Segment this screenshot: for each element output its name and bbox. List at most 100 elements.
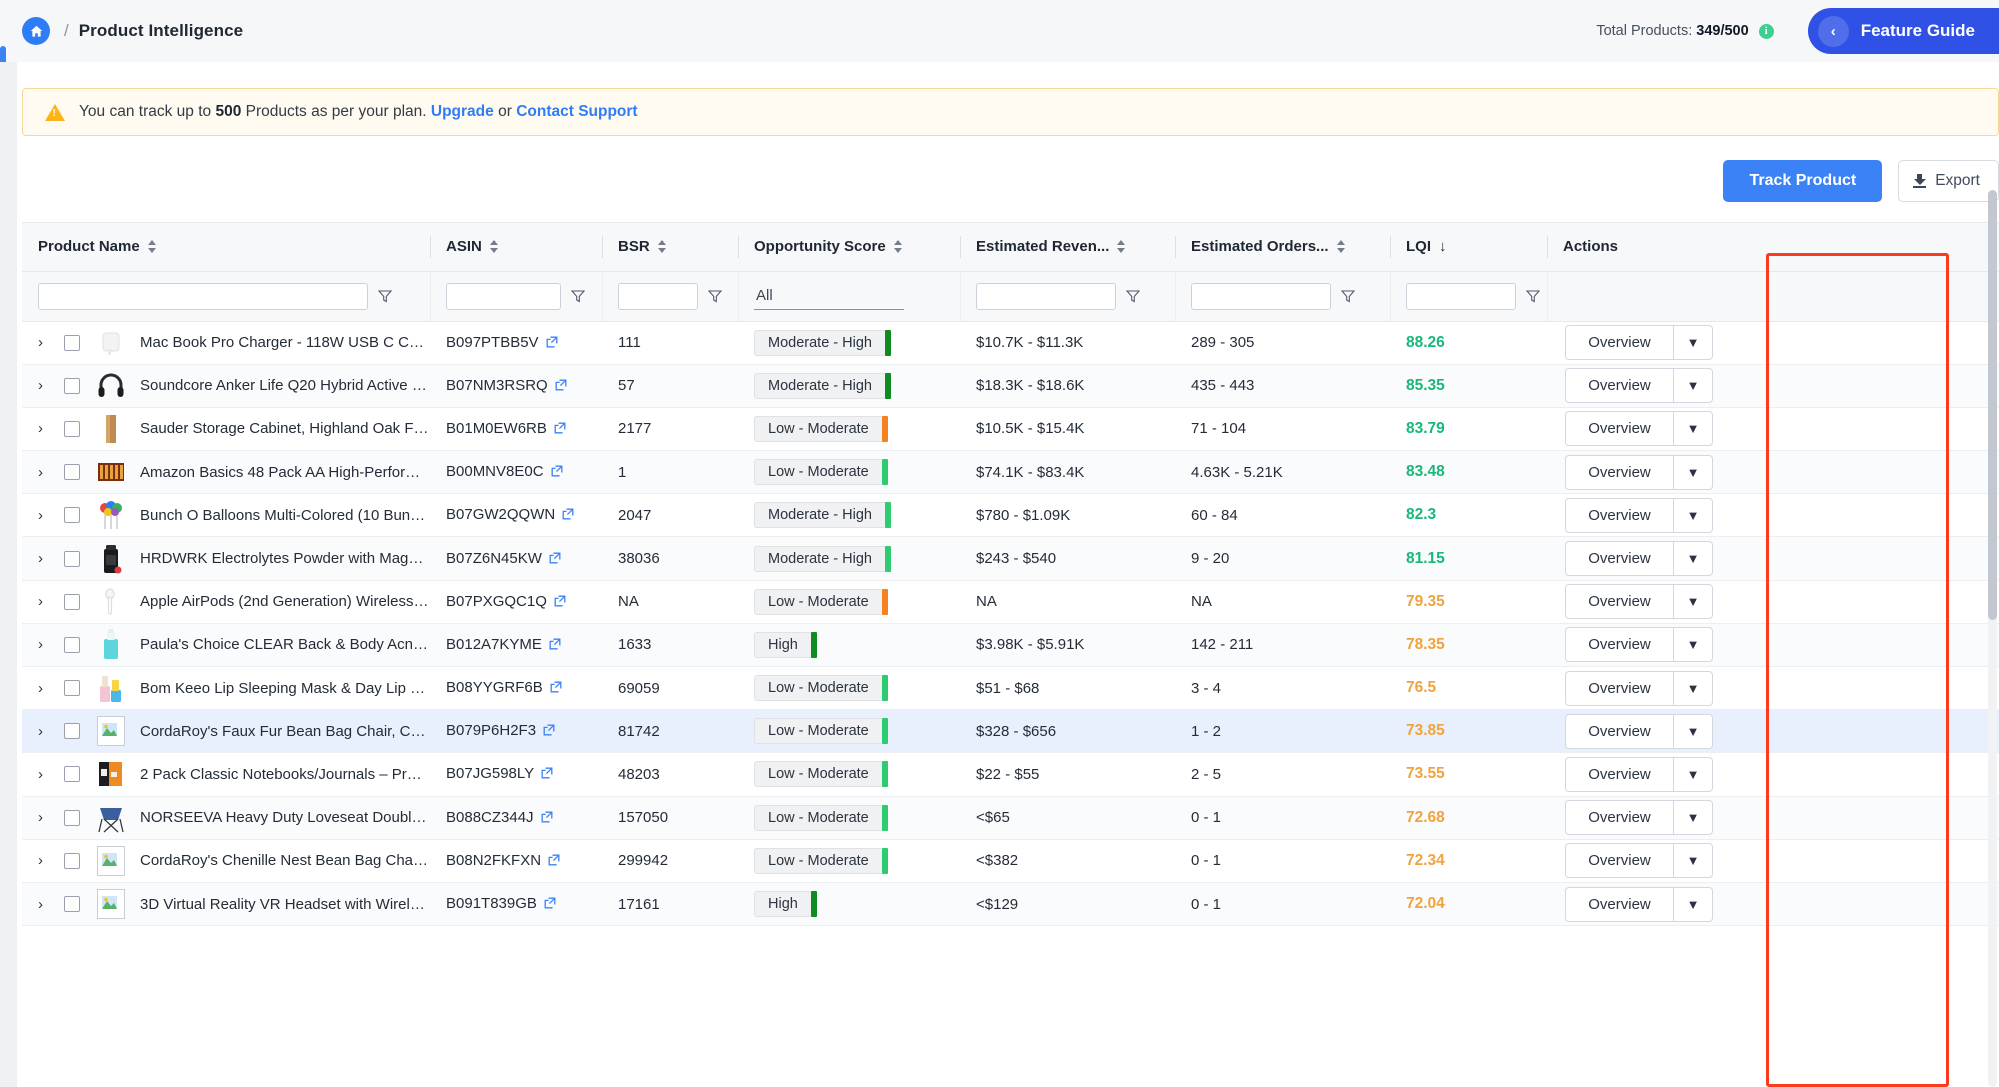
- row-checkbox[interactable]: [64, 809, 80, 826]
- chevron-down-icon[interactable]: ▼: [1673, 713, 1713, 749]
- table-row[interactable]: › Sauder Storage Cabinet, Highland Oak Fi…: [22, 407, 1999, 452]
- chevron-down-icon[interactable]: ▼: [1673, 886, 1713, 922]
- external-link-icon[interactable]: [541, 766, 553, 783]
- overview-button[interactable]: Overview: [1565, 756, 1673, 792]
- filter-input-estimated-orders[interactable]: [1191, 282, 1331, 310]
- sort-desc-icon[interactable]: ↓: [1439, 238, 1447, 255]
- expand-row-icon[interactable]: ›: [38, 377, 56, 394]
- table-row[interactable]: › Mac Book Pro Charger - 118W USB C Charg…: [22, 321, 1999, 365]
- filter-input-bsr[interactable]: [618, 282, 698, 310]
- vertical-scrollbar[interactable]: [1988, 190, 1997, 1087]
- sort-icon[interactable]: [1336, 240, 1346, 254]
- row-checkbox[interactable]: [64, 766, 80, 783]
- track-product-button[interactable]: Track Product: [1723, 160, 1883, 202]
- row-checkbox[interactable]: [64, 680, 80, 697]
- chevron-down-icon[interactable]: ▼: [1673, 584, 1713, 620]
- expand-row-icon[interactable]: ›: [38, 420, 56, 437]
- row-checkbox[interactable]: [64, 636, 80, 653]
- chevron-down-icon[interactable]: ▼: [1673, 368, 1713, 404]
- external-link-icon[interactable]: [544, 896, 556, 913]
- chevron-down-icon[interactable]: ▼: [1673, 411, 1713, 447]
- table-row[interactable]: › Amazon Basics 48 Pack AA High-Performan…: [22, 450, 1999, 495]
- products-table-container[interactable]: Product Name ASIN BSR Opportunity Score …: [22, 222, 1999, 1087]
- chevron-down-icon[interactable]: ▼: [1673, 800, 1713, 836]
- chevron-down-icon[interactable]: ▼: [1673, 670, 1713, 706]
- expand-row-icon[interactable]: ›: [38, 464, 56, 481]
- row-checkbox[interactable]: [64, 896, 80, 913]
- sort-icon[interactable]: [893, 240, 903, 254]
- overview-button[interactable]: Overview: [1565, 584, 1673, 620]
- row-checkbox[interactable]: [64, 420, 80, 437]
- chevron-down-icon[interactable]: ▼: [1673, 454, 1713, 490]
- external-link-icon[interactable]: [549, 551, 561, 568]
- sort-icon[interactable]: [489, 240, 499, 254]
- expand-row-icon[interactable]: ›: [38, 550, 56, 567]
- filter-icon[interactable]: [708, 289, 722, 303]
- sort-icon[interactable]: [657, 240, 667, 254]
- table-row[interactable]: › NORSEEVA Heavy Duty Loveseat Double Ca.…: [22, 796, 1999, 840]
- expand-row-icon[interactable]: ›: [38, 636, 56, 653]
- feature-guide-button[interactable]: ‹ Feature Guide: [1807, 8, 1999, 54]
- overview-button[interactable]: Overview: [1565, 497, 1673, 533]
- filter-icon[interactable]: [1526, 289, 1540, 303]
- table-row[interactable]: › Bunch O Balloons Multi-Colored (10 Bunc…: [22, 493, 1999, 538]
- external-link-icon[interactable]: [554, 421, 566, 438]
- external-link-icon[interactable]: [546, 335, 558, 352]
- table-row[interactable]: › CordaRoy's Faux Fur Bean Bag Chair, Con…: [22, 709, 1999, 754]
- column-header-asin[interactable]: ASIN: [430, 223, 602, 272]
- table-row[interactable]: › HRDWRK Electrolytes Powder with Magnesi…: [22, 536, 1999, 581]
- overview-button[interactable]: Overview: [1565, 886, 1673, 922]
- expand-row-icon[interactable]: ›: [38, 593, 56, 610]
- filter-icon[interactable]: [571, 289, 585, 303]
- expand-row-icon[interactable]: ›: [38, 680, 56, 697]
- row-checkbox[interactable]: [64, 852, 80, 869]
- filter-icon[interactable]: [1126, 289, 1140, 303]
- external-link-icon[interactable]: [562, 507, 574, 524]
- sort-icon[interactable]: [147, 240, 157, 254]
- filter-icon[interactable]: [1341, 289, 1355, 303]
- chevron-down-icon[interactable]: ▼: [1673, 325, 1713, 361]
- filter-input-product-name[interactable]: [38, 282, 368, 310]
- home-icon[interactable]: [22, 17, 50, 45]
- expand-row-icon[interactable]: ›: [38, 809, 56, 826]
- table-row[interactable]: › Apple AirPods (2nd Generation) Wireless…: [22, 580, 1999, 624]
- chevron-down-icon[interactable]: ▼: [1673, 541, 1713, 577]
- external-link-icon[interactable]: [550, 680, 562, 697]
- overview-button[interactable]: Overview: [1565, 325, 1673, 361]
- expand-row-icon[interactable]: ›: [38, 507, 56, 524]
- info-icon[interactable]: i: [1758, 23, 1774, 39]
- row-checkbox[interactable]: [64, 377, 80, 394]
- overview-button[interactable]: Overview: [1565, 670, 1673, 706]
- filter-select-opportunity-score[interactable]: [754, 282, 904, 310]
- overview-button[interactable]: Overview: [1565, 627, 1673, 663]
- overview-button[interactable]: Overview: [1565, 843, 1673, 879]
- column-header-estimated-orders[interactable]: Estimated Orders...: [1175, 223, 1390, 272]
- sort-icon[interactable]: [1117, 240, 1126, 254]
- table-row[interactable]: › Bom Keeo Lip Sleeping Mask & Day Lip Ba…: [22, 666, 1999, 711]
- column-header-lqi[interactable]: LQI ↓: [1390, 223, 1547, 272]
- row-checkbox[interactable]: [64, 550, 80, 567]
- overview-button[interactable]: Overview: [1565, 454, 1673, 490]
- overview-button[interactable]: Overview: [1565, 411, 1673, 447]
- filter-input-lqi[interactable]: [1406, 282, 1516, 310]
- external-link-icon[interactable]: [541, 810, 553, 827]
- scrollbar-thumb[interactable]: [1988, 190, 1997, 620]
- chevron-down-icon[interactable]: ▼: [1673, 843, 1713, 879]
- expand-row-icon[interactable]: ›: [38, 896, 56, 913]
- row-checkbox[interactable]: [64, 334, 80, 351]
- row-checkbox[interactable]: [64, 507, 80, 524]
- filter-input-estimated-revenue[interactable]: [976, 282, 1116, 310]
- overview-button[interactable]: Overview: [1565, 368, 1673, 404]
- overview-button[interactable]: Overview: [1565, 713, 1673, 749]
- external-link-icon[interactable]: [551, 464, 563, 481]
- overview-button[interactable]: Overview: [1565, 541, 1673, 577]
- external-link-icon[interactable]: [555, 378, 567, 395]
- upgrade-link[interactable]: Upgrade: [431, 103, 494, 120]
- chevron-down-icon[interactable]: ▼: [1673, 497, 1713, 533]
- external-link-icon[interactable]: [549, 637, 561, 654]
- external-link-icon[interactable]: [548, 853, 560, 870]
- column-header-estimated-revenue[interactable]: Estimated Reven...: [960, 223, 1175, 272]
- contact-support-link[interactable]: Contact Support: [516, 103, 637, 120]
- expand-row-icon[interactable]: ›: [38, 334, 56, 351]
- row-checkbox[interactable]: [64, 723, 80, 740]
